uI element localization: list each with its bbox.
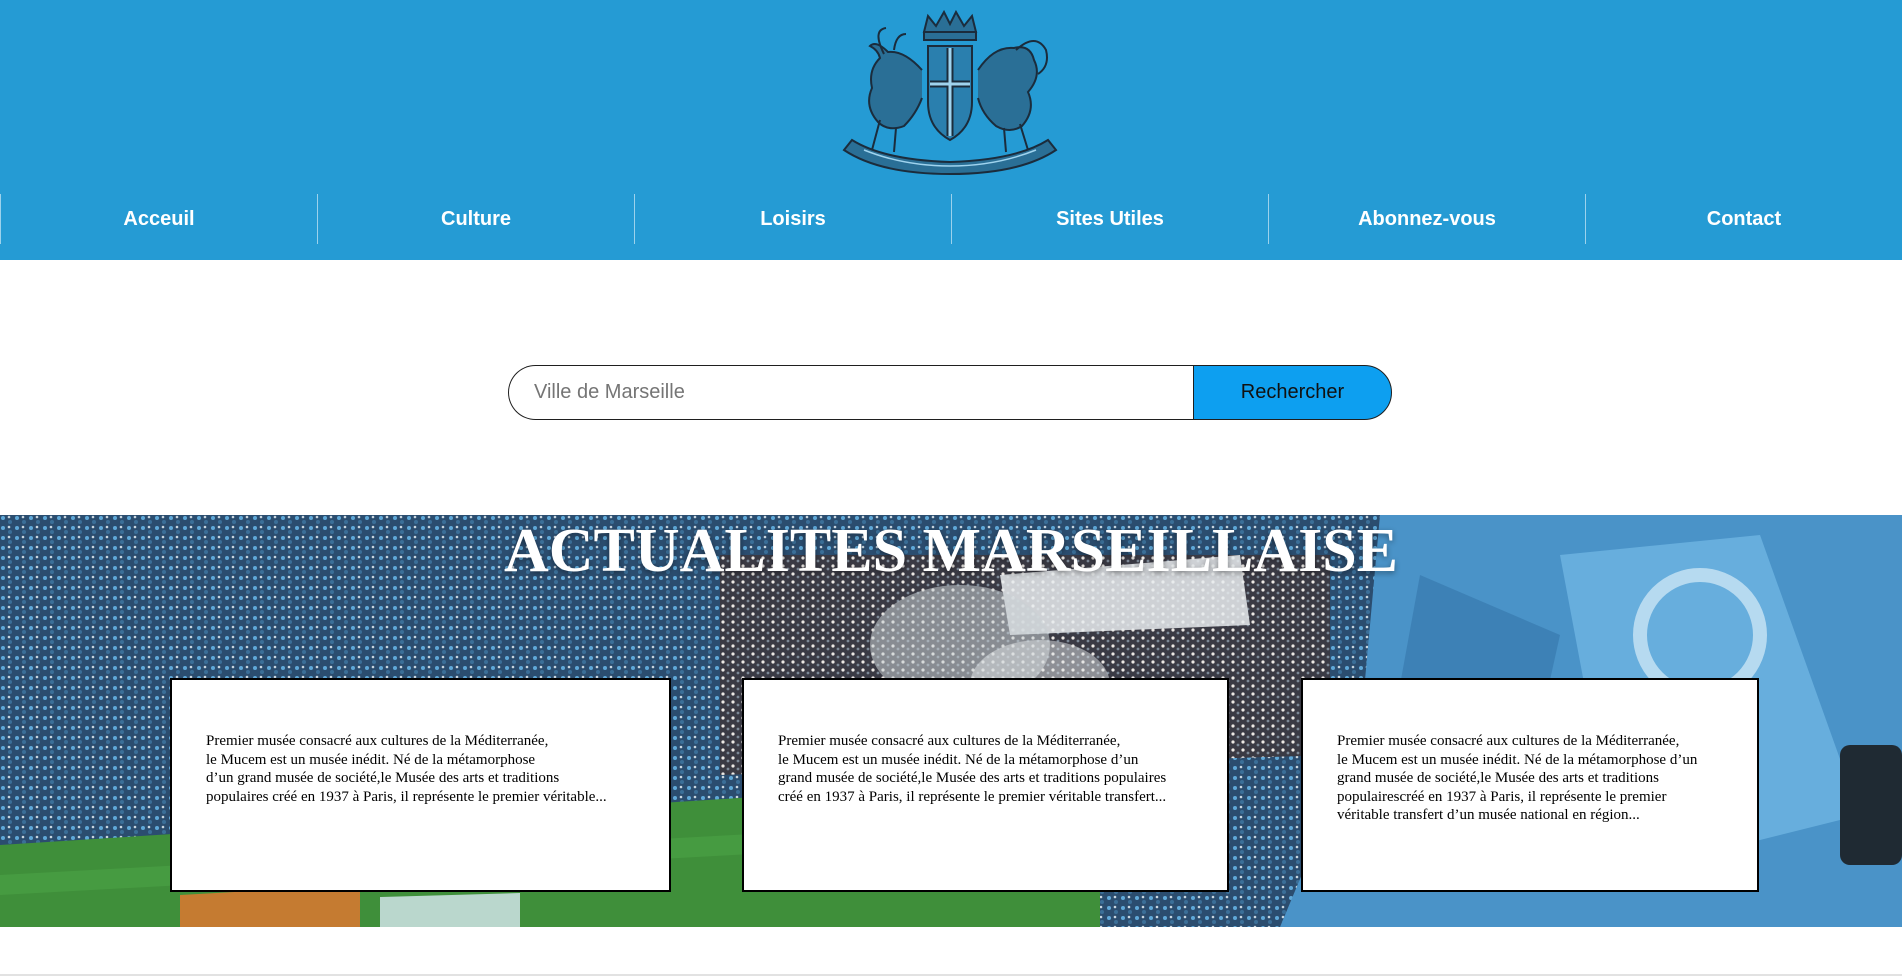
nav-item-sites-utiles[interactable]: Sites Utiles: [951, 194, 1268, 244]
news-card[interactable]: Premier musée consacré aux cultures de l…: [1301, 678, 1759, 892]
nav-item-loisirs[interactable]: Loisirs: [634, 194, 951, 244]
nav-item-abonnez-vous[interactable]: Abonnez-vous: [1268, 194, 1585, 244]
marseille-coat-of-arms-icon[interactable]: [824, 10, 1076, 176]
news-card[interactable]: Premier musée consacré aux cultures de l…: [170, 678, 671, 892]
news-card-text: Premier musée consacré aux cultures de l…: [778, 733, 1167, 805]
search-bar: Rechercher: [508, 365, 1392, 420]
news-card-text: Premier musée consacré aux cultures de l…: [1337, 733, 1698, 823]
news-title: ACTUALITES MARSEILLAISE: [503, 517, 1399, 585]
news-card[interactable]: Premier musée consacré aux cultures de l…: [742, 678, 1229, 892]
section-divider: [0, 974, 1902, 976]
main-navigation: Acceuil Culture Loisirs Sites Utiles Abo…: [0, 194, 1902, 244]
nav-item-contact[interactable]: Contact: [1585, 194, 1902, 244]
news-section: ACTUALITES MARSEILLAISE Premier musée co…: [0, 515, 1902, 927]
search-input[interactable]: [508, 365, 1193, 420]
site-header: Acceuil Culture Loisirs Sites Utiles Abo…: [0, 0, 1902, 260]
news-card-text: Premier musée consacré aux cultures de l…: [206, 733, 607, 805]
nav-item-culture[interactable]: Culture: [317, 194, 634, 244]
nav-item-acceuil[interactable]: Acceuil: [0, 194, 317, 244]
search-button[interactable]: Rechercher: [1193, 365, 1392, 420]
